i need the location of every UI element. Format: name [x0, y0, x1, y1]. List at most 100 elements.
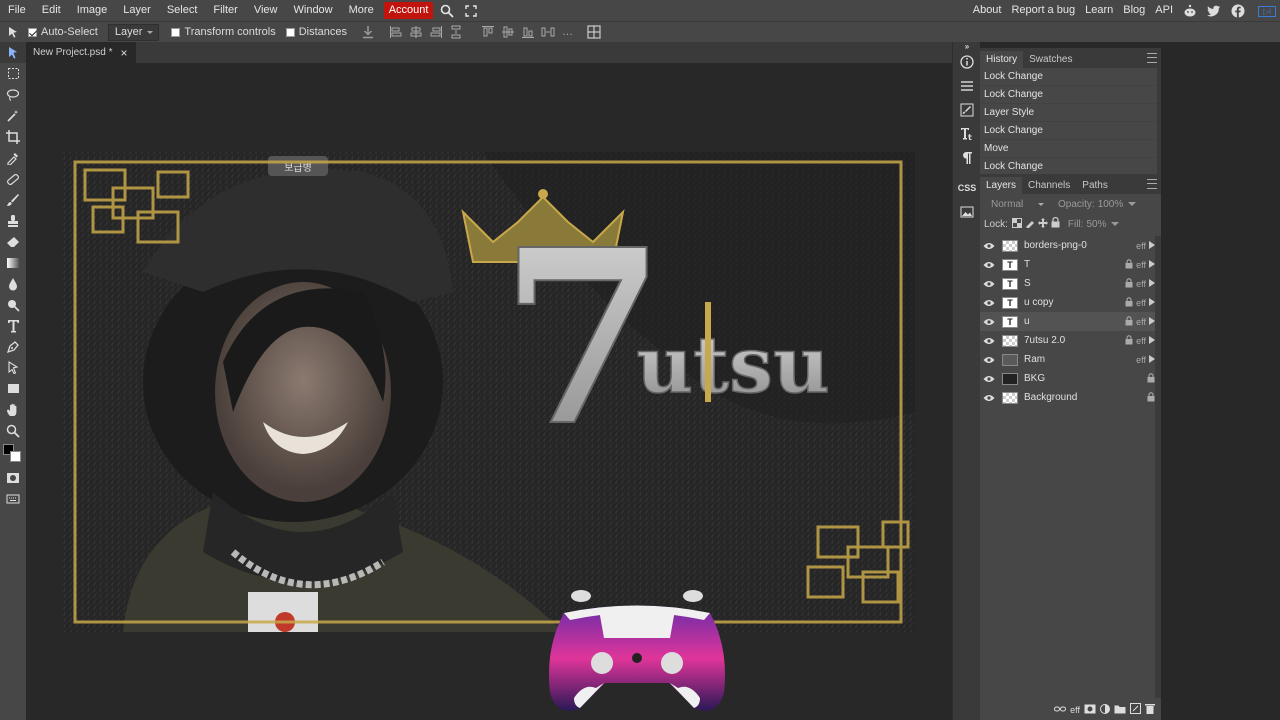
menu-file[interactable]: File: [0, 0, 34, 21]
layer-effects-badge[interactable]: eff: [1136, 317, 1146, 327]
auto-select-target-select[interactable]: Layer: [107, 23, 160, 41]
layer-lock-icon[interactable]: [1125, 315, 1133, 328]
shape-tool[interactable]: [0, 378, 26, 399]
link-about[interactable]: About: [968, 0, 1007, 21]
lock-position-icon[interactable]: [1037, 217, 1048, 231]
new-group-icon[interactable]: [1114, 704, 1126, 717]
distances-check[interactable]: [285, 27, 295, 37]
collapse-panels-icon[interactable]: »: [953, 42, 981, 51]
fullscreen-icon[interactable]: [463, 3, 479, 19]
marquee-tool[interactable]: [0, 63, 26, 84]
align-right-icon[interactable]: [429, 25, 443, 39]
pen-tool[interactable]: [0, 336, 26, 357]
account-button[interactable]: Account: [383, 2, 434, 19]
visibility-eye-icon[interactable]: [980, 299, 998, 307]
blur-tool[interactable]: [0, 273, 26, 294]
type-tool[interactable]: [0, 315, 26, 336]
css-icon[interactable]: CSS: [953, 176, 981, 200]
history-item[interactable]: Layer Style: [980, 104, 1161, 122]
auto-select-checkbox[interactable]: Auto-Select: [28, 26, 98, 38]
layer-lock-icon[interactable]: [1125, 334, 1133, 347]
visibility-eye-icon[interactable]: [980, 394, 998, 402]
new-layer-icon[interactable]: [1130, 703, 1141, 717]
history-item[interactable]: Lock Change: [980, 68, 1161, 86]
blend-mode-select[interactable]: Normal: [984, 195, 1050, 213]
screen-mode-tool[interactable]: [0, 488, 26, 509]
history-item[interactable]: Lock Change: [980, 122, 1161, 140]
fill-value[interactable]: 50%: [1086, 219, 1106, 230]
fill-dropdown-icon[interactable]: [1111, 222, 1120, 230]
link-learn[interactable]: Learn: [1080, 0, 1118, 21]
menu-layer[interactable]: Layer: [115, 0, 159, 21]
grid-icon[interactable]: [587, 25, 601, 39]
layer-lock-icon[interactable]: [1147, 372, 1155, 385]
visibility-eye-icon[interactable]: [980, 280, 998, 288]
history-menu-icon[interactable]: [1147, 53, 1157, 63]
color-swatches[interactable]: [0, 441, 26, 467]
layer-lock-icon[interactable]: [1125, 296, 1133, 309]
layer-row[interactable]: T Teff: [980, 255, 1161, 274]
layer-lock-icon[interactable]: [1125, 258, 1133, 271]
brush-tool[interactable]: [0, 189, 26, 210]
ad-choices-icon[interactable]: ▷i: [1258, 6, 1276, 17]
hand-tool[interactable]: [0, 399, 26, 420]
tab-layers[interactable]: Layers: [980, 177, 1023, 194]
search-icon[interactable]: [439, 3, 455, 19]
close-tab-icon[interactable]: ×: [120, 46, 127, 60]
opacity-dropdown-icon[interactable]: [1128, 202, 1137, 210]
tab-paths[interactable]: Paths: [1076, 177, 1114, 194]
visibility-eye-icon[interactable]: [980, 318, 998, 326]
menu-view[interactable]: View: [246, 0, 286, 21]
more-options-icon[interactable]: …: [562, 26, 573, 38]
link-blog[interactable]: Blog: [1118, 0, 1150, 21]
layer-effects-badge[interactable]: eff: [1136, 241, 1146, 251]
zoom-tool[interactable]: [0, 420, 26, 441]
move-tool[interactable]: [0, 42, 26, 63]
visibility-eye-icon[interactable]: [980, 337, 998, 345]
paragraph-icon[interactable]: [953, 146, 981, 170]
clone-stamp-tool[interactable]: [0, 210, 26, 231]
twitter-icon[interactable]: [1206, 3, 1222, 19]
dodge-tool[interactable]: [0, 294, 26, 315]
align-bottom-icon[interactable]: [521, 25, 535, 39]
menu-more[interactable]: More: [341, 0, 382, 21]
layer-row[interactable]: Tu eff: [980, 312, 1161, 331]
link-layers-icon[interactable]: [1054, 704, 1067, 716]
eyedropper-tool[interactable]: [0, 147, 26, 168]
background-color-swatch[interactable]: [10, 451, 21, 462]
align-top-icon[interactable]: [481, 25, 495, 39]
canvas[interactable]: 보급병 7 utsu: [63, 152, 915, 632]
transform-controls-check[interactable]: [171, 27, 181, 37]
layer-effects-badge[interactable]: eff: [1136, 336, 1146, 346]
menu-select[interactable]: Select: [159, 0, 206, 21]
opacity-value[interactable]: 100%: [1098, 199, 1124, 210]
layer-lock-icon[interactable]: [1147, 391, 1155, 404]
reddit-icon[interactable]: [1182, 3, 1198, 19]
info-icon[interactable]: [953, 50, 981, 74]
layer-lock-icon[interactable]: [1125, 277, 1133, 290]
layer-effects-badge[interactable]: eff: [1136, 298, 1146, 308]
image-icon[interactable]: [953, 200, 981, 224]
layer-row[interactable]: BKG: [980, 369, 1161, 388]
layer-row[interactable]: Tu copy eff: [980, 293, 1161, 312]
layers-menu-icon[interactable]: [1147, 179, 1157, 189]
lock-all-icon[interactable]: [1051, 216, 1060, 231]
eraser-tool[interactable]: [0, 231, 26, 252]
layer-mask-icon[interactable]: [1084, 704, 1096, 717]
layer-row[interactable]: T Seff: [980, 274, 1161, 293]
layer-row[interactable]: 7utsu 2.0 eff: [980, 331, 1161, 350]
distribute-icon[interactable]: [449, 25, 463, 39]
align-middle-icon[interactable]: [501, 25, 515, 39]
layer-effects-badge[interactable]: eff: [1136, 355, 1146, 365]
properties-icon[interactable]: [953, 74, 981, 98]
visibility-eye-icon[interactable]: [980, 261, 998, 269]
lock-transparency-icon[interactable]: [1011, 217, 1022, 231]
layer-effects-icon[interactable]: eff: [1070, 705, 1080, 715]
tab-swatches[interactable]: Swatches: [1023, 51, 1078, 68]
auto-select-check[interactable]: [28, 27, 37, 37]
layer-row[interactable]: Background: [980, 388, 1161, 407]
history-item[interactable]: Move: [980, 140, 1161, 158]
adjustment-layer-icon[interactable]: [1100, 703, 1110, 717]
visibility-eye-icon[interactable]: [980, 375, 998, 383]
visibility-eye-icon[interactable]: [980, 356, 998, 364]
